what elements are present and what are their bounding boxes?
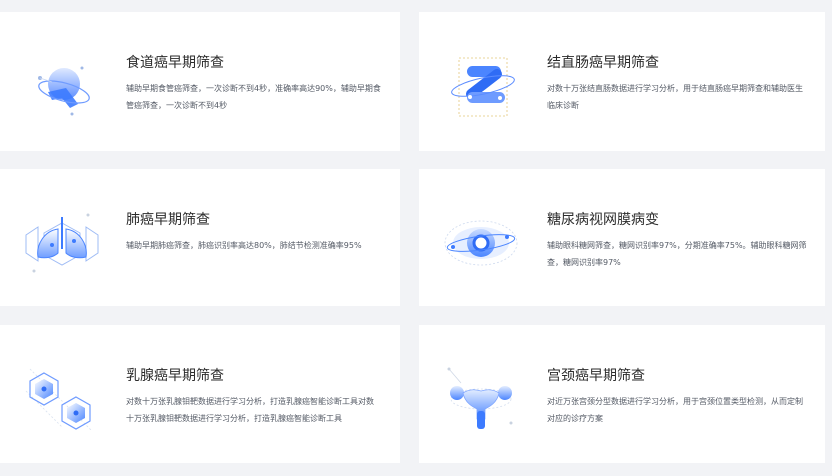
- feature-card-breast[interactable]: 乳腺癌早期筛查 对数十万张乳腺钼靶数据进行学习分析，打造乳腺癌智能诊断工具对数十…: [0, 325, 400, 463]
- feature-card-cervical[interactable]: 宫颈癌早期筛查 对近万张宫颈分型数据进行学习分析，用于宫颈位置类型检测，从而定制…: [419, 325, 825, 463]
- colon-icon: [441, 48, 519, 126]
- card-title: 结直肠癌早期筛查: [547, 55, 659, 71]
- uterus-icon: [441, 361, 519, 439]
- lung-icon: [22, 205, 100, 283]
- breast-hexagon-icon: [22, 361, 100, 439]
- card-description: 对数十万张乳腺钼靶数据进行学习分析，打造乳腺癌智能诊断工具对数十万张乳腺钼靶数据…: [126, 397, 374, 423]
- feature-card-lung[interactable]: 肺癌早期筛查 辅助早期肺癌筛查，肺癌识别率高达80%，肺结节检测准确率95%: [0, 169, 400, 306]
- esophagus-icon: [22, 48, 100, 126]
- feature-card-esophagus[interactable]: 食道癌早期筛查 辅助早期食管癌筛查，一次诊断不到4秒，准确率高达90%，辅助早期…: [0, 12, 400, 151]
- card-title: 宫颈癌早期筛查: [547, 368, 645, 384]
- card-description: 对近万张宫颈分型数据进行学习分析，用于宫颈位置类型检测，从而定制对应的诊疗方案: [547, 397, 803, 423]
- eye-icon: [441, 205, 519, 283]
- card-title: 糖尿病视网膜病变: [547, 212, 659, 228]
- card-title: 乳腺癌早期筛查: [126, 368, 224, 384]
- feature-card-retinopathy[interactable]: 糖尿病视网膜病变 辅助眼科糖网筛查，糖网识别率97%，分期准确率75%。辅助眼科…: [419, 169, 825, 306]
- card-title: 食道癌早期筛查: [126, 55, 224, 71]
- feature-card-colorectal[interactable]: 结直肠癌早期筛查 对数十万张结直肠数据进行学习分析，用于结直肠癌早期筛查和辅助医…: [419, 12, 825, 151]
- card-description: 辅助早期食管癌筛查，一次诊断不到4秒，准确率高达90%，辅助早期食管癌筛查，一次…: [126, 84, 381, 110]
- card-title: 肺癌早期筛查: [126, 212, 210, 228]
- card-description: 辅助早期肺癌筛查，肺癌识别率高达80%，肺结节检测准确率95%: [126, 241, 362, 250]
- card-description: 辅助眼科糖网筛查，糖网识别率97%，分期准确率75%。辅助眼科糖网筛查，糖网识别…: [547, 241, 807, 267]
- card-description: 对数十万张结直肠数据进行学习分析，用于结直肠癌早期筛查和辅助医生临床诊断: [547, 84, 803, 110]
